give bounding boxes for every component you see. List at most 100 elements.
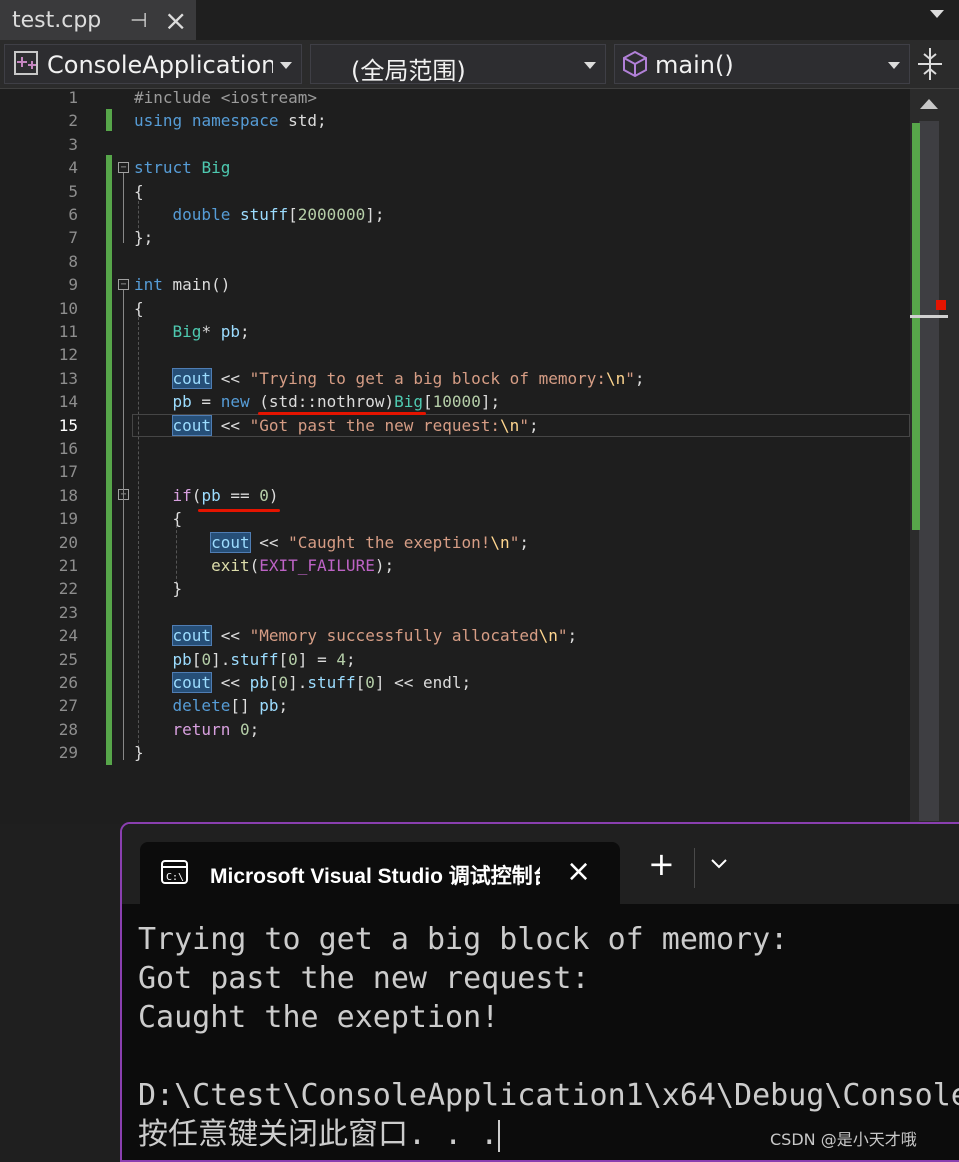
code-line[interactable]: pb[0].stuff[0] = 4; bbox=[134, 648, 356, 671]
line-number: 24 bbox=[58, 626, 78, 646]
split-window-icon[interactable] bbox=[914, 44, 946, 84]
line-number: 28 bbox=[58, 719, 78, 739]
line-number: 23 bbox=[58, 602, 78, 622]
navigation-bar: ConsoleApplication1 (全局范围) main() bbox=[0, 40, 959, 89]
line-number: 2 bbox=[68, 111, 78, 131]
console-line: Caught the exeption! bbox=[138, 1000, 500, 1035]
close-icon[interactable]: × bbox=[566, 854, 591, 889]
chevron-down-icon bbox=[584, 62, 596, 69]
console-prompt-line: 按任意键关闭此窗口. . . bbox=[138, 1115, 501, 1154]
document-tab-bar: test.cpp ⊣ × bbox=[0, 0, 959, 40]
error-squiggle bbox=[198, 509, 280, 512]
code-line[interactable]: cout << pb[0].stuff[0] << endl; bbox=[134, 671, 471, 694]
code-line[interactable]: cout << "Caught the exeption!\n"; bbox=[134, 531, 529, 554]
fold-toggle-icon[interactable]: − bbox=[118, 279, 129, 290]
code-line[interactable]: exit(EXIT_FAILURE); bbox=[134, 554, 394, 577]
new-tab-icon[interactable]: + bbox=[648, 848, 675, 880]
project-dropdown[interactable]: ConsoleApplication1 bbox=[4, 44, 302, 84]
chevron-down-icon[interactable] bbox=[710, 858, 728, 870]
close-icon[interactable]: × bbox=[164, 4, 187, 37]
console-title: Microsoft Visual Studio 调试控制台 bbox=[210, 865, 540, 888]
line-number: 18 bbox=[58, 485, 78, 505]
line-number: 5 bbox=[68, 181, 78, 201]
scrollbar-change-marker bbox=[912, 123, 920, 530]
fold-region-line bbox=[123, 500, 124, 600]
code-line[interactable]: using namespace std; bbox=[134, 109, 327, 132]
line-number: 3 bbox=[68, 134, 78, 154]
code-line[interactable]: double stuff[2000000]; bbox=[134, 203, 385, 226]
fold-toggle-icon[interactable]: − bbox=[118, 162, 129, 173]
pin-icon[interactable]: ⊣ bbox=[130, 8, 147, 32]
scrollbar-track[interactable] bbox=[919, 121, 939, 821]
line-number: 29 bbox=[58, 743, 78, 763]
line-number: 22 bbox=[58, 579, 78, 599]
code-line[interactable]: struct Big bbox=[134, 156, 230, 179]
line-number: 25 bbox=[58, 649, 78, 669]
scope-dropdown[interactable]: (全局范围) bbox=[310, 44, 606, 85]
member-name: main() bbox=[655, 51, 734, 79]
code-line[interactable]: if(pb == 0) bbox=[134, 484, 279, 507]
line-number: 4 bbox=[68, 158, 78, 178]
change-bar bbox=[106, 109, 112, 131]
code-line[interactable]: delete[] pb; bbox=[134, 694, 289, 717]
line-number: 21 bbox=[58, 556, 78, 575]
svg-text:C:\: C:\ bbox=[166, 872, 184, 883]
console-line: 按任意键关闭此窗口. . . bbox=[138, 1117, 499, 1152]
fold-region-line bbox=[123, 173, 124, 243]
code-line[interactable]: }; bbox=[134, 226, 153, 249]
change-bar bbox=[106, 155, 112, 765]
code-line[interactable]: { bbox=[134, 507, 183, 530]
code-line[interactable]: Big* pb; bbox=[134, 320, 250, 343]
code-line[interactable]: #include <iostream> bbox=[134, 86, 317, 109]
line-number: 14 bbox=[58, 392, 78, 412]
tab-title: test.cpp bbox=[12, 8, 102, 33]
tab-list-dropdown-icon[interactable] bbox=[928, 8, 946, 20]
watermark: CSDN @是小天才哦 bbox=[770, 1130, 917, 1149]
line-number: 7 bbox=[68, 228, 78, 248]
titlebar-divider bbox=[694, 848, 695, 888]
line-number: 11 bbox=[58, 322, 78, 341]
code-editor[interactable]: 1 2 3 4 5 6 7 8 9 10 11 12 13 14 15 16 17 18 19 20 21 22 23 24 2… bbox=[0, 86, 912, 824]
vertical-scrollbar[interactable] bbox=[910, 89, 959, 824]
code-line[interactable]: pb = new (std::nothrow)Big[10000]; bbox=[134, 390, 501, 413]
text-cursor bbox=[498, 1119, 501, 1152]
line-number: 9 bbox=[68, 275, 78, 295]
code-line[interactable]: return 0; bbox=[134, 718, 260, 741]
line-number: 13 bbox=[58, 368, 78, 388]
code-line[interactable]: } bbox=[134, 741, 144, 764]
console-line: Got past the new request: bbox=[138, 961, 590, 996]
line-number: 1 bbox=[68, 88, 78, 107]
code-line[interactable]: } bbox=[134, 577, 183, 600]
scrollbar-error-marker bbox=[936, 300, 946, 310]
chevron-down-icon bbox=[888, 62, 900, 69]
error-squiggle bbox=[258, 412, 426, 415]
code-line[interactable]: cout << "Got past the new request:\n"; bbox=[134, 414, 539, 437]
line-number: 17 bbox=[58, 462, 78, 482]
line-number: 19 bbox=[58, 509, 78, 529]
line-number: 16 bbox=[58, 439, 78, 458]
code-line[interactable]: { bbox=[134, 180, 144, 203]
project-icon bbox=[14, 51, 38, 75]
chevron-down-icon bbox=[280, 62, 292, 69]
code-line[interactable]: cout << "Memory successfully allocated\n… bbox=[134, 624, 577, 647]
line-number: 26 bbox=[58, 673, 78, 692]
line-number: 15 bbox=[58, 415, 78, 435]
tab-test-cpp[interactable]: test.cpp ⊣ × bbox=[0, 0, 196, 40]
code-line[interactable]: { bbox=[134, 297, 144, 320]
code-line[interactable]: cout << "Trying to get a big block of me… bbox=[134, 367, 645, 390]
project-name: ConsoleApplication1 bbox=[47, 51, 273, 79]
debug-console-window[interactable]: C:\ Microsoft Visual Studio 调试控制台 × + Tr… bbox=[120, 822, 959, 1162]
member-dropdown[interactable]: main() bbox=[614, 44, 910, 84]
line-number: 8 bbox=[68, 251, 78, 271]
console-title-bar: C:\ Microsoft Visual Studio 调试控制台 × + bbox=[122, 824, 959, 904]
code-line[interactable]: int main() bbox=[134, 273, 230, 296]
line-number: 10 bbox=[58, 298, 78, 318]
console-line: D:\Ctest\ConsoleApplication1\x64\Debug\C… bbox=[138, 1078, 959, 1113]
console-icon: C:\ bbox=[161, 860, 188, 884]
line-number: 27 bbox=[58, 696, 78, 716]
scrollbar-caret-marker bbox=[910, 315, 948, 318]
cube-icon bbox=[623, 50, 647, 78]
line-number: 12 bbox=[58, 345, 78, 365]
console-tab[interactable]: C:\ Microsoft Visual Studio 调试控制台 × bbox=[140, 842, 620, 904]
scroll-up-icon[interactable] bbox=[918, 97, 940, 111]
